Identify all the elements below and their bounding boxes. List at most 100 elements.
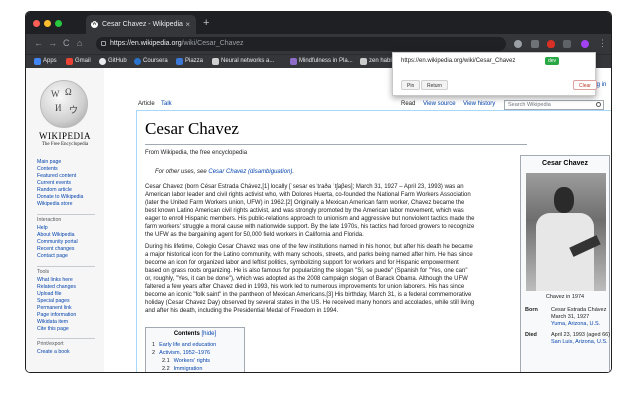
bookmark-piazza[interactable]: Piazza bbox=[176, 55, 203, 68]
home-icon[interactable]: ⌂ bbox=[77, 37, 82, 50]
sidebar-item-what-links[interactable]: What links here bbox=[37, 277, 73, 283]
pin-button[interactable]: Pin bbox=[401, 80, 421, 90]
tab-talk[interactable]: Talk bbox=[161, 100, 172, 110]
paragraph-line: American labor leader and civil rights a… bbox=[145, 192, 471, 198]
page-title: Cesar Chavez bbox=[145, 119, 239, 138]
sidebar-item-current-events[interactable]: Current events bbox=[37, 180, 71, 186]
paragraph-line: eager to enroll Hispanic members. His pu… bbox=[145, 216, 475, 222]
wiki-sidebar: WΩИウ WIKIPEDIA The Free Encyclopedia Mai… bbox=[26, 68, 104, 372]
sidebar-item-wikidata[interactable]: Wikidata item bbox=[37, 319, 68, 325]
tab-view-source[interactable]: View source bbox=[423, 100, 456, 110]
wikipedia-favicon-icon: W bbox=[91, 21, 98, 28]
maximize-window-button[interactable] bbox=[55, 20, 62, 27]
sidebar-item-contents[interactable]: Contents bbox=[37, 166, 58, 172]
sidebar-item-cite[interactable]: Cite this page bbox=[37, 326, 69, 332]
wiki-search-input[interactable]: Search Wikipedia bbox=[504, 100, 604, 110]
shield-extension-icon[interactable] bbox=[547, 40, 555, 48]
sidebar-divider bbox=[37, 214, 95, 215]
sidebar-item-random[interactable]: Random article bbox=[37, 187, 72, 193]
sidebar-item-main-page[interactable]: Main page bbox=[37, 159, 61, 165]
paragraph-line: a major historical icon for the Latino c… bbox=[145, 252, 473, 258]
sidebar-item-community[interactable]: Community portal bbox=[37, 239, 78, 245]
born-date: March 31, 1927 bbox=[551, 314, 590, 320]
bookmark-mindfulness[interactable]: Mindfulness in Pla... bbox=[290, 55, 353, 68]
paragraph-line: Cesar Chavez (born César Estrada Chávez,… bbox=[145, 184, 464, 190]
forward-icon[interactable]: → bbox=[48, 37, 57, 50]
sidebar-item-about[interactable]: About Wikipedia bbox=[37, 232, 75, 238]
sidebar-item-donate[interactable]: Donate to Wikipedia bbox=[37, 194, 83, 200]
profile-avatar-icon[interactable] bbox=[581, 40, 589, 48]
back-icon[interactable]: ← bbox=[34, 37, 43, 50]
sidebar-divider bbox=[37, 338, 95, 339]
browser-tab[interactable]: W Cesar Chavez - Wikipedia × bbox=[86, 15, 196, 34]
died-place-link[interactable]: San Luis, Arizona, U.S. bbox=[551, 339, 608, 345]
new-tab-button[interactable]: + bbox=[203, 15, 209, 31]
tab-bar: W Cesar Chavez - Wikipedia × + bbox=[26, 12, 611, 34]
screenshot: W Cesar Chavez - Wikipedia × + ← → C ⌂ h… bbox=[0, 0, 640, 400]
toc-item[interactable]: 1 Early life and education bbox=[152, 342, 216, 348]
tab-read[interactable]: Read bbox=[401, 100, 415, 110]
sidebar-item-special[interactable]: Special pages bbox=[37, 298, 70, 304]
search-icon[interactable] bbox=[596, 102, 601, 107]
died-date: April 23, 1993 (aged 66) bbox=[551, 332, 611, 338]
dev-badge: dev bbox=[545, 57, 560, 65]
piazza-icon bbox=[176, 58, 183, 65]
extension-popup: https://en.wikipedia.org/wiki/Cesar_Chav… bbox=[392, 52, 597, 96]
sidebar-item-permanent[interactable]: Permanent link bbox=[37, 305, 72, 311]
sidebar-item-contact[interactable]: Contact page bbox=[37, 253, 68, 259]
search-placeholder: Search Wikipedia bbox=[508, 102, 551, 108]
wikipedia-globe-logo[interactable]: WΩИウ bbox=[40, 80, 88, 128]
bookmark-apps[interactable]: Apps bbox=[34, 55, 57, 68]
web-page: WΩИウ WIKIPEDIA The Free Encyclopedia Mai… bbox=[26, 68, 611, 372]
toc-title: Contents [hide] bbox=[173, 331, 217, 337]
sidebar-item-help[interactable]: Help bbox=[37, 225, 48, 231]
sidebar-item-recent-changes[interactable]: Recent changes bbox=[37, 246, 75, 252]
reload-icon[interactable]: C bbox=[63, 37, 70, 50]
toc-item[interactable]: 2.1 Workers' rights bbox=[162, 358, 210, 364]
from-wikipedia: From Wikipedia, the free encyclopedia bbox=[145, 150, 248, 156]
page-icon bbox=[290, 58, 297, 65]
portrait-photo[interactable] bbox=[526, 173, 606, 291]
sidebar-item-page-info[interactable]: Page information bbox=[37, 312, 76, 318]
sidebar-item-related[interactable]: Related changes bbox=[37, 284, 76, 290]
minimize-window-button[interactable] bbox=[44, 20, 51, 27]
bookmark-coursera[interactable]: Coursera bbox=[134, 55, 168, 68]
tab-view-history[interactable]: View history bbox=[463, 100, 495, 110]
bookmark-star-icon[interactable] bbox=[514, 40, 522, 48]
page-icon bbox=[212, 58, 219, 65]
paragraph-line: and after his death, including the Presi… bbox=[145, 308, 339, 314]
bookmark-gmail[interactable]: Gmail bbox=[66, 55, 91, 68]
return-button[interactable]: Return bbox=[421, 80, 449, 90]
sidebar-item-store[interactable]: Wikipedia store bbox=[37, 201, 72, 207]
bookmark-github[interactable]: GitHub bbox=[99, 55, 127, 68]
tab-article[interactable]: Article bbox=[138, 100, 155, 110]
address-bar[interactable]: https://en.wikipedia.org/wiki/Cesar_Chav… bbox=[96, 37, 506, 51]
toc-item[interactable]: 2.2 Immigration bbox=[162, 366, 202, 372]
infobox: Cesar Chavez Chavez in 1974 Born Cesar E… bbox=[520, 155, 610, 372]
bookmark-zen-habits[interactable]: zen habits bbox=[360, 55, 396, 68]
tab-close-icon[interactable]: × bbox=[185, 15, 190, 34]
menu-kebab-icon[interactable]: ⋮ bbox=[598, 37, 607, 50]
toc-item[interactable]: 2 Activism, 1952–1976 bbox=[152, 350, 210, 356]
paragraph-line: holiday (Cesar Chavez Day) observed by s… bbox=[145, 300, 475, 306]
url-path: /wiki/Cesar_Chavez bbox=[181, 40, 244, 47]
sidebar-item-featured[interactable]: Featured content bbox=[37, 173, 76, 179]
paragraph-line: based on grass roots organizing. He is a… bbox=[145, 268, 468, 274]
pin-extension-icon[interactable] bbox=[563, 40, 571, 48]
extension-icon[interactable] bbox=[531, 40, 539, 48]
paragraph-line: During his lifetime, Colegio Cesar Chave… bbox=[145, 244, 473, 250]
hatnote-link[interactable]: Cesar Chavez (disambiguation) bbox=[208, 169, 292, 175]
paragraph-line: become an iconic "folk saint" in the pan… bbox=[145, 292, 472, 298]
paragraph-line: best known Latino American civil rights … bbox=[145, 208, 464, 214]
sidebar-item-upload[interactable]: Upload file bbox=[37, 291, 62, 297]
sidebar-heading-tools: Tools bbox=[37, 269, 50, 275]
toc-hide-toggle[interactable]: [hide] bbox=[201, 331, 216, 337]
close-window-button[interactable] bbox=[33, 20, 40, 27]
born-place-link[interactable]: Yuma, Arizona, U.S. bbox=[551, 321, 600, 327]
bookmark-neural-networks[interactable]: Neural networks a... bbox=[212, 55, 274, 68]
died-label: Died bbox=[525, 332, 537, 338]
clear-button[interactable]: Clear bbox=[573, 80, 597, 90]
sidebar-item-create-book[interactable]: Create a book bbox=[37, 349, 70, 355]
sidebar-heading-interaction: Interaction bbox=[37, 217, 62, 223]
title-underline bbox=[145, 144, 527, 145]
